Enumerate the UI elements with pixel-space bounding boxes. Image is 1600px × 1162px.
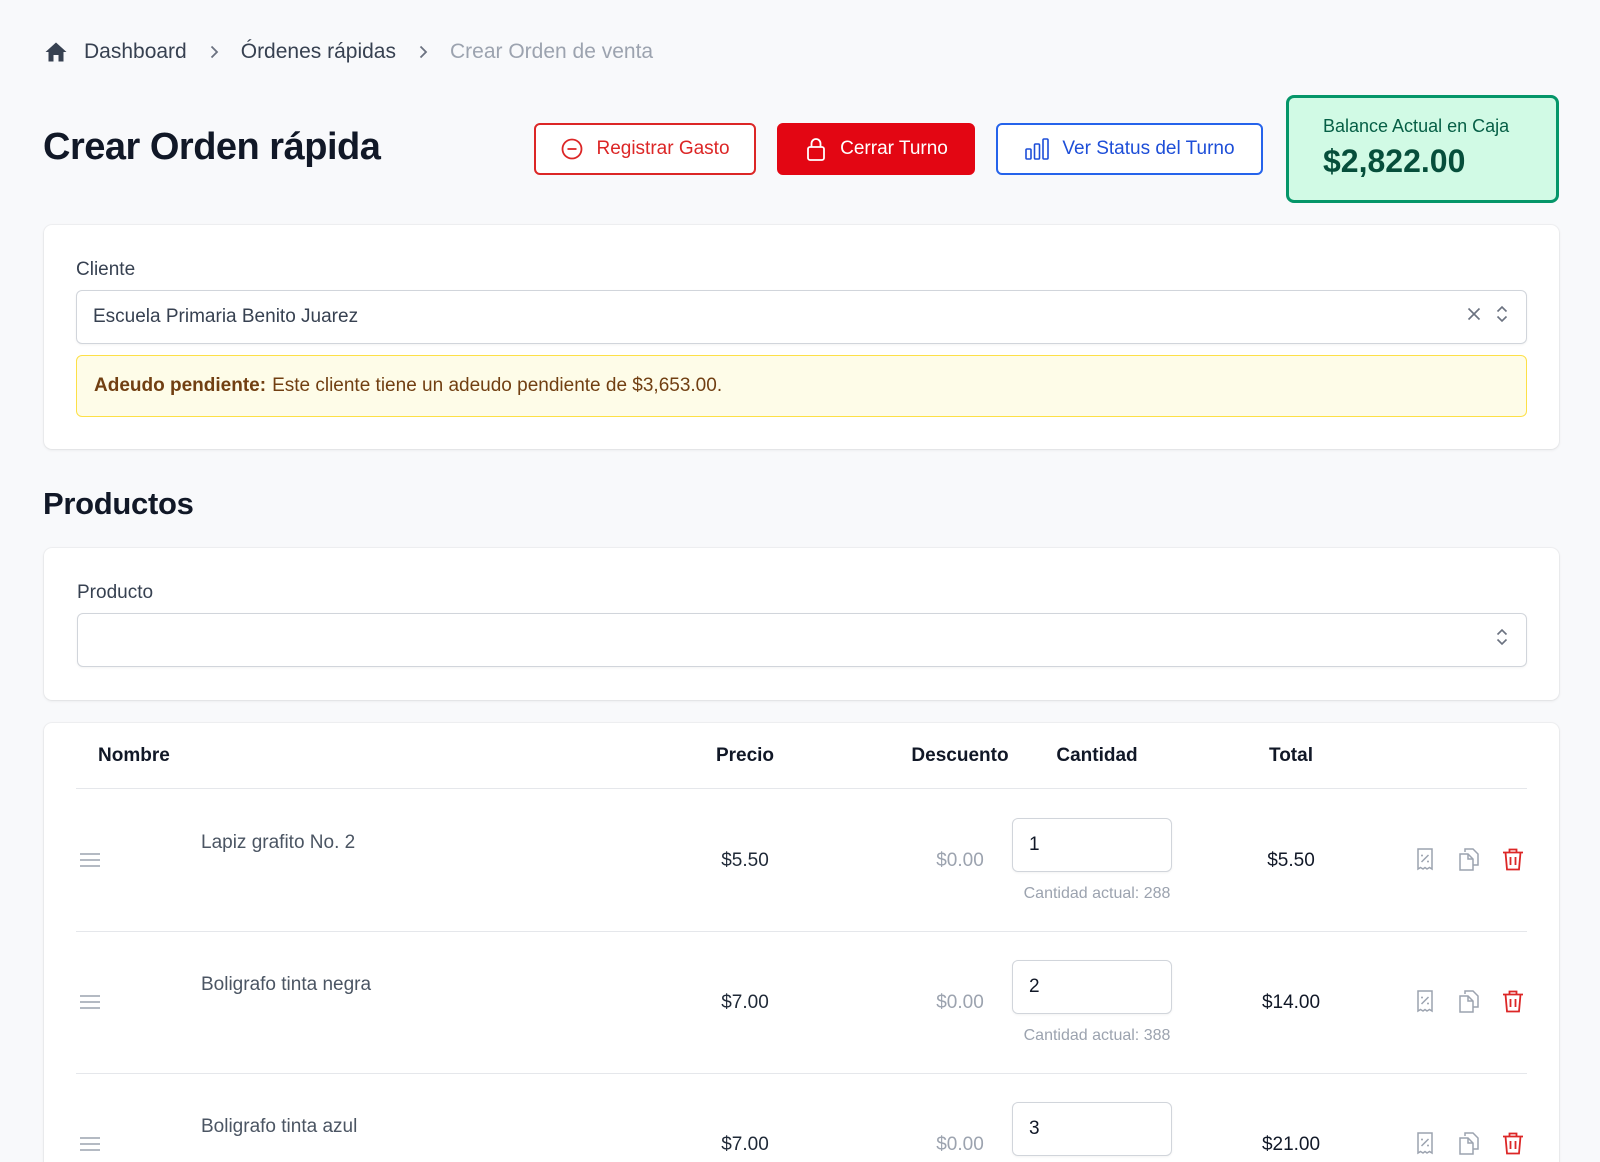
registrar-gasto-button[interactable]: Registrar Gasto [534, 123, 756, 175]
lock-icon [807, 138, 826, 161]
ver-status-turno-label: Ver Status del Turno [1062, 138, 1235, 159]
minus-circle-icon [562, 138, 583, 160]
balance-label: Balance Actual en Caja [1323, 116, 1510, 136]
product-total: $21.00 [1261, 1134, 1321, 1155]
breadcrumb-dashboard[interactable]: Dashboard [84, 40, 187, 64]
chevron-up-down-icon[interactable] [1494, 627, 1510, 653]
trash-icon[interactable] [1500, 846, 1526, 872]
discount-receipt-icon[interactable] [1412, 846, 1438, 872]
registrar-gasto-label: Registrar Gasto [596, 138, 730, 159]
drag-handle-icon[interactable] [78, 990, 102, 1014]
adeudo-alert-text: Este cliente tiene un adeudo pendiente d… [272, 375, 723, 396]
bar-chart-icon [1025, 138, 1050, 160]
discount-receipt-icon[interactable] [1412, 1130, 1438, 1156]
page-title: Crear Orden rápida [43, 126, 381, 168]
cerrar-turno-button[interactable]: Cerrar Turno [777, 123, 975, 175]
breadcrumb: Dashboard Órdenes rápidas Crear Orden de… [44, 38, 653, 66]
cliente-label: Cliente [76, 259, 136, 280]
cliente-card: Cliente Escuela Primaria Benito Juarez A… [44, 225, 1559, 449]
duplicate-icon[interactable] [1456, 1130, 1482, 1156]
row-actions [1412, 988, 1526, 1014]
quantity-input[interactable]: 2 [1012, 960, 1172, 1014]
row-actions [1412, 1130, 1526, 1156]
product-name: Lapiz grafito No. 2 [201, 832, 356, 853]
duplicate-icon[interactable] [1456, 846, 1482, 872]
product-name: Boligrafo tinta azul [201, 1116, 358, 1137]
productos-table: Nombre Precio Descuento Cantidad Total L… [44, 723, 1559, 1162]
producto-card: Producto [44, 548, 1559, 700]
ver-status-turno-button[interactable]: Ver Status del Turno [996, 123, 1263, 175]
table-row: Boligrafo tinta negra $7.00 $0.00 2 Cant… [76, 932, 1527, 1074]
breadcrumb-current: Crear Orden de venta [450, 40, 654, 63]
th-total: Total [1269, 745, 1313, 766]
breadcrumb-ordenes-rapidas[interactable]: Órdenes rápidas [241, 40, 396, 64]
adeudo-alert: Adeudo pendiente: Este cliente tiene un … [76, 355, 1527, 417]
trash-icon[interactable] [1500, 988, 1526, 1014]
product-price: $7.00 [721, 992, 769, 1013]
table-header: Nombre Precio Descuento Cantidad Total [76, 723, 1527, 789]
product-total: $14.00 [1261, 992, 1321, 1013]
stock-hint: Cantidad actual: 288 [1023, 885, 1171, 902]
drag-handle-icon[interactable] [78, 848, 102, 872]
adeudo-alert-title: Adeudo pendiente: [94, 375, 267, 396]
drag-handle-icon[interactable] [78, 1132, 102, 1156]
product-name: Boligrafo tinta negra [201, 974, 372, 995]
productos-title: Productos [43, 486, 194, 521]
chevron-right-icon [207, 45, 221, 59]
producto-label: Producto [77, 582, 154, 603]
quantity-input[interactable]: 3 [1012, 1102, 1172, 1156]
cliente-select[interactable]: Escuela Primaria Benito Juarez [76, 290, 1527, 344]
balance-card: Balance Actual en Caja $2,822.00 [1286, 95, 1559, 203]
balance-value: $2,822.00 [1323, 143, 1466, 179]
th-nombre: Nombre [98, 745, 170, 766]
chevron-up-down-icon[interactable] [1494, 304, 1510, 330]
table-row: Lapiz grafito No. 2 $5.50 $0.00 1 Cantid… [76, 790, 1527, 932]
duplicate-icon[interactable] [1456, 988, 1482, 1014]
chevron-right-icon [416, 45, 430, 59]
th-precio: Precio [715, 745, 775, 766]
th-cantidad: Cantidad [1056, 745, 1138, 766]
clear-icon[interactable] [1466, 306, 1482, 328]
table-row: Boligrafo tinta azul $7.00 $0.00 3 $21.0… [76, 1074, 1527, 1162]
quantity-input[interactable]: 1 [1012, 818, 1172, 872]
product-price: $5.50 [721, 850, 769, 871]
product-price: $7.00 [721, 1134, 769, 1155]
cerrar-turno-label: Cerrar Turno [840, 138, 948, 159]
home-icon[interactable] [44, 40, 68, 64]
trash-icon[interactable] [1500, 1130, 1526, 1156]
discount-receipt-icon[interactable] [1412, 988, 1438, 1014]
producto-select[interactable] [77, 613, 1527, 667]
row-actions [1412, 846, 1526, 872]
cliente-select-value: Escuela Primaria Benito Juarez [93, 306, 359, 327]
stock-hint: Cantidad actual: 388 [1023, 1027, 1171, 1044]
product-total: $5.50 [1267, 850, 1315, 871]
